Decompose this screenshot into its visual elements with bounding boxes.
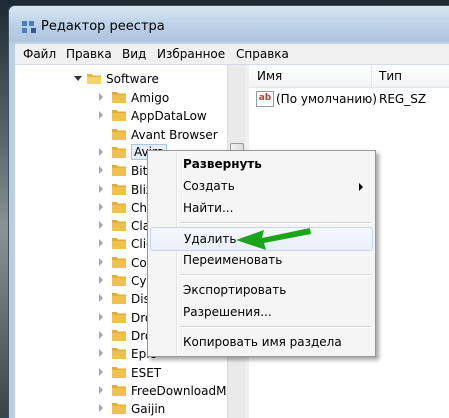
- folder-icon: [112, 128, 126, 140]
- menu-item-label: Найти...: [183, 201, 234, 215]
- column-type-header[interactable]: Тип: [379, 69, 402, 83]
- tree-item[interactable]: ESET: [15, 363, 227, 382]
- expand-icon[interactable]: [99, 93, 103, 101]
- menu-item[interactable]: Развернуть: [150, 153, 373, 175]
- tree-item-label: Software: [106, 72, 159, 86]
- folder-icon: [112, 366, 126, 378]
- folder-icon: [112, 146, 126, 158]
- values-header: Имя Тип: [249, 65, 449, 88]
- tree-item-software[interactable]: Software: [15, 69, 227, 88]
- expand-icon[interactable]: [99, 349, 103, 358]
- menu-separator: [180, 326, 371, 328]
- menu-item[interactable]: Экспортировать: [150, 279, 373, 301]
- expand-icon[interactable]: [99, 385, 103, 394]
- collapse-icon[interactable]: [74, 76, 82, 81]
- column-divider[interactable]: [371, 65, 372, 87]
- expand-icon[interactable]: [99, 294, 103, 303]
- folder-icon: [112, 110, 126, 122]
- folder-open-icon: [87, 74, 101, 84]
- folder-icon: [112, 329, 126, 341]
- menu-item[interactable]: Создать: [150, 175, 373, 197]
- annotation-arrow-icon: [236, 228, 311, 250]
- expand-icon[interactable]: [99, 312, 103, 321]
- expand-icon[interactable]: [99, 166, 103, 175]
- expand-icon[interactable]: [99, 239, 103, 248]
- expand-icon[interactable]: [99, 257, 103, 266]
- tree-item-label: Avant Browser: [131, 127, 218, 142]
- tree-item-label: FreeDownloadMa: [131, 383, 227, 398]
- menu-item-label: Переименовать: [183, 253, 283, 267]
- folder-icon: [112, 201, 126, 213]
- expand-icon[interactable]: [99, 330, 103, 339]
- tree-item[interactable]: FreeDownloadMa: [15, 381, 227, 400]
- folder-icon: [112, 220, 126, 232]
- folder-icon: [112, 238, 126, 250]
- tree-item-label: Gaijin: [131, 402, 166, 417]
- tree-item[interactable]: Amigo: [15, 88, 227, 107]
- menu-file[interactable]: Файл: [23, 47, 56, 61]
- folder-icon: [112, 384, 126, 396]
- folder-icon: [112, 183, 126, 195]
- menu-separator: [180, 274, 371, 276]
- menu-view[interactable]: Вид: [122, 47, 146, 61]
- expand-icon[interactable]: [99, 221, 103, 230]
- expand-icon[interactable]: [99, 147, 103, 156]
- tree-item-label: AppDataLow: [131, 109, 207, 124]
- folder-icon: [112, 348, 126, 360]
- menu-item[interactable]: Копировать имя раздела: [150, 331, 373, 353]
- tree-item-label: Amigo: [131, 91, 170, 105]
- expand-icon[interactable]: [99, 202, 103, 211]
- menu-favorites[interactable]: Избранное: [157, 47, 225, 61]
- folder-icon: [112, 92, 126, 103]
- column-name-header[interactable]: Имя: [257, 69, 282, 83]
- tree-item-label: ESET: [131, 365, 162, 380]
- menu-item-label: Экспортировать: [183, 283, 287, 297]
- expand-icon[interactable]: [99, 367, 103, 376]
- tree-item[interactable]: AppDataLow: [15, 106, 227, 125]
- menu-bar: Файл Правка Вид Избранное Справка: [15, 44, 449, 65]
- title-bar[interactable]: Редактор реестра: [9, 6, 449, 42]
- value-name: (По умолчанию): [276, 92, 377, 106]
- tree-item[interactable]: Avant Browser: [15, 125, 227, 144]
- menu-item-label: Развернуть: [183, 157, 262, 171]
- folder-icon: [112, 403, 126, 415]
- value-type: REG_SZ: [379, 92, 427, 106]
- regedit-icon: [22, 21, 36, 33]
- tree-item[interactable]: Gaijin: [15, 399, 227, 418]
- submenu-arrow-icon: [359, 183, 363, 191]
- expand-icon[interactable]: [99, 111, 103, 120]
- expand-icon[interactable]: [99, 276, 103, 284]
- folder-icon: [112, 256, 126, 268]
- value-row[interactable]: ab (По умолчанию) REG_SZ: [249, 90, 449, 108]
- menu-item-label: Создать: [183, 179, 235, 193]
- menu-help[interactable]: Справка: [236, 47, 289, 61]
- menu-item[interactable]: Разрешения...: [150, 301, 373, 323]
- expand-icon[interactable]: [99, 184, 103, 193]
- menu-edit[interactable]: Правка: [66, 47, 112, 61]
- expand-icon[interactable]: [99, 404, 103, 413]
- folder-icon: [112, 293, 126, 305]
- folder-icon: [112, 311, 126, 323]
- menu-item-label: Разрешения...: [183, 305, 272, 319]
- window-title: Редактор реестра: [41, 19, 165, 34]
- menu-item-label: Копировать имя раздела: [183, 335, 342, 349]
- folder-icon: [112, 275, 126, 286]
- folder-icon: [112, 165, 126, 177]
- string-value-icon: ab: [256, 91, 274, 107]
- menu-item-label: Удалить: [184, 232, 237, 246]
